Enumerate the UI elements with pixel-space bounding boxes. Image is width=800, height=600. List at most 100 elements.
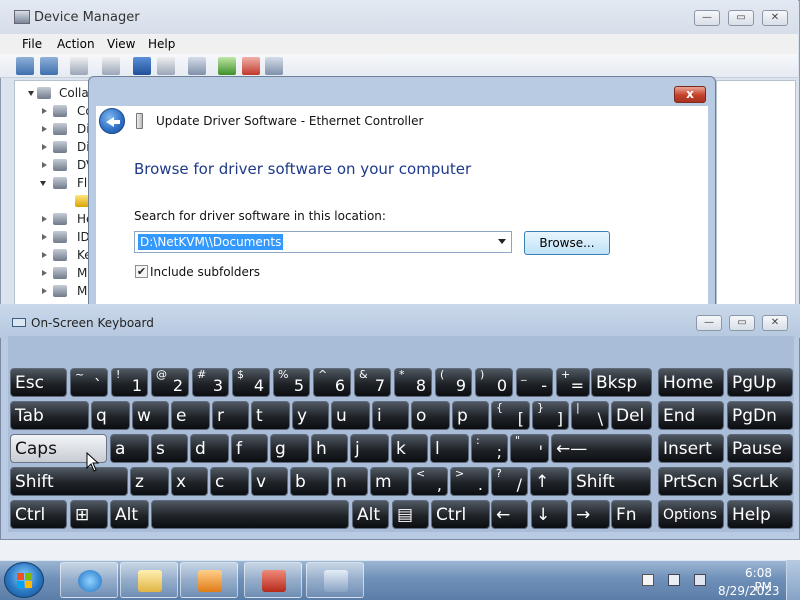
key-home[interactable]: Home: [658, 368, 724, 397]
key-k[interactable]: k: [391, 434, 428, 463]
key-q[interactable]: q: [91, 401, 130, 430]
key-slash[interactable]: ? /: [491, 467, 528, 496]
tree-item-root[interactable]: Collab: [15, 84, 95, 102]
tree-item[interactable]: ID: [15, 228, 95, 246]
key-g[interactable]: g: [270, 434, 309, 463]
expand-icon[interactable]: [42, 144, 47, 150]
key-quote[interactable]: " ': [510, 434, 549, 463]
key-pgdn[interactable]: PgDn: [727, 401, 793, 430]
key-end[interactable]: End: [658, 401, 724, 430]
console-tree-icon[interactable]: [70, 57, 88, 75]
key-insert[interactable]: Insert: [658, 434, 724, 463]
key-0[interactable]: ) 0: [475, 368, 513, 397]
expand-icon[interactable]: [42, 288, 47, 294]
key-shift-left[interactable]: Shift: [10, 467, 128, 496]
key-j[interactable]: j: [350, 434, 389, 463]
key-backtick[interactable]: ~ `: [70, 368, 108, 397]
show-desktop-button[interactable]: [786, 560, 800, 600]
taskbar-internet-explorer[interactable]: [60, 562, 118, 598]
key-y[interactable]: y: [292, 401, 329, 430]
key-p[interactable]: p: [452, 401, 489, 430]
enable-device-icon[interactable]: [265, 57, 283, 75]
key-space[interactable]: [151, 500, 349, 529]
uninstall-icon[interactable]: [242, 57, 260, 75]
clock-date[interactable]: 8/29/2023: [718, 584, 780, 598]
key-minus[interactable]: _ -: [516, 368, 553, 397]
taskbar-explorer[interactable]: [120, 562, 178, 598]
key-ctrl-right[interactable]: Ctrl: [431, 500, 490, 529]
key-menu[interactable]: ▤: [392, 500, 429, 529]
key-equals[interactable]: + =: [556, 368, 590, 397]
key-delete[interactable]: Del: [611, 401, 652, 430]
menu-file[interactable]: File: [22, 34, 42, 54]
expand-icon[interactable]: [42, 126, 47, 132]
key-3[interactable]: #3: [192, 368, 229, 397]
key-alt-left[interactable]: Alt: [110, 500, 149, 529]
volume-icon[interactable]: [694, 574, 706, 586]
key-windows[interactable]: ⊞: [70, 500, 108, 529]
forward-arrow-icon[interactable]: [40, 57, 58, 75]
key-t[interactable]: t: [251, 401, 290, 430]
back-arrow-icon[interactable]: [99, 108, 125, 134]
key-9[interactable]: (9: [435, 368, 472, 397]
taskbar-on-screen-keyboard[interactable]: [306, 562, 364, 598]
key-h[interactable]: h: [311, 434, 348, 463]
key-e[interactable]: e: [171, 401, 210, 430]
update-driver-icon[interactable]: [218, 57, 236, 75]
key-comma[interactable]: <,: [411, 467, 448, 496]
key-4[interactable]: $4: [232, 368, 270, 397]
key-prtscn[interactable]: PrtScn: [658, 467, 724, 496]
key-shift-right[interactable]: Shift: [571, 467, 651, 496]
key-arrow-up[interactable]: ↑: [530, 467, 569, 496]
close-button[interactable]: ✕: [762, 10, 788, 26]
tree-item[interactable]: He: [15, 210, 95, 228]
key-w[interactable]: w: [132, 401, 169, 430]
key-arrow-right[interactable]: →: [571, 500, 610, 529]
key-options[interactable]: Options: [658, 500, 724, 529]
key-arrow-down[interactable]: ↓: [531, 500, 568, 529]
key-1[interactable]: ! 1: [111, 368, 148, 397]
action-center-flag-icon[interactable]: [642, 574, 654, 586]
key-backslash[interactable]: | \: [571, 401, 609, 430]
key-esc[interactable]: Esc: [10, 368, 67, 397]
key-tab[interactable]: Tab: [10, 401, 89, 430]
tree-item[interactable]: Ke: [15, 246, 95, 264]
key-scrlk[interactable]: ScrLk: [727, 467, 793, 496]
tree-item-warning[interactable]: [15, 192, 95, 210]
key-fn[interactable]: Fn: [611, 500, 652, 529]
tree-item[interactable]: M: [15, 282, 95, 300]
tree-item[interactable]: Di: [15, 120, 95, 138]
tree-item[interactable]: Co: [15, 102, 95, 120]
key-alt-right[interactable]: Alt: [352, 500, 389, 529]
view-icon[interactable]: [157, 57, 175, 75]
key-n[interactable]: n: [331, 467, 368, 496]
key-l[interactable]: l: [430, 434, 469, 463]
key-arrow-left[interactable]: ←: [491, 500, 528, 529]
menu-action[interactable]: Action: [57, 34, 95, 54]
collapse-icon[interactable]: [28, 91, 34, 99]
key-period[interactable]: >.: [450, 467, 489, 496]
expand-icon[interactable]: [42, 108, 47, 114]
minimize-button[interactable]: —: [694, 10, 720, 26]
scan-hardware-icon[interactable]: [188, 57, 206, 75]
key-i[interactable]: i: [372, 401, 409, 430]
key-7[interactable]: & 7: [354, 368, 391, 397]
key-z[interactable]: z: [130, 467, 169, 496]
back-arrow-icon[interactable]: [16, 57, 34, 75]
dropdown-arrow-icon[interactable]: [498, 239, 506, 244]
expand-icon[interactable]: [42, 162, 47, 168]
key-r[interactable]: r: [212, 401, 249, 430]
key-6[interactable]: ^ 6: [313, 368, 351, 397]
path-input-value[interactable]: D:\NetKVM\\Documents: [138, 234, 284, 250]
tree-item[interactable]: M: [15, 264, 95, 282]
key-semicolon[interactable]: :;: [471, 434, 508, 463]
properties-icon[interactable]: [102, 57, 120, 75]
include-subfolders-checkbox[interactable]: ✔: [135, 265, 148, 278]
key-a[interactable]: a: [110, 434, 149, 463]
key-bracket-right[interactable]: }]: [532, 401, 569, 430]
expand-icon[interactable]: [42, 270, 47, 276]
key-pgup[interactable]: PgUp: [727, 368, 793, 397]
key-backspace[interactable]: Bksp: [591, 368, 652, 397]
key-u[interactable]: u: [331, 401, 370, 430]
key-v[interactable]: v: [251, 467, 288, 496]
